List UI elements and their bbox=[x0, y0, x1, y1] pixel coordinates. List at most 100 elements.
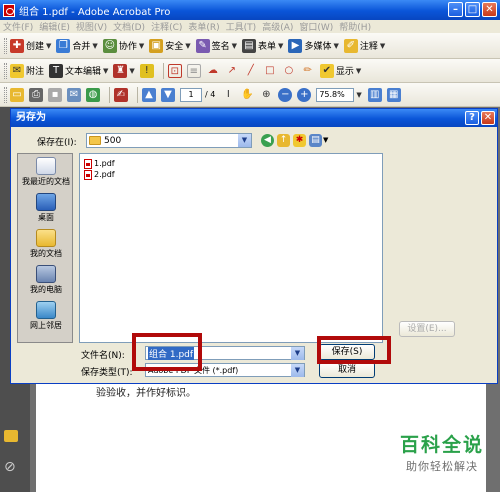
arrow-down-icon: ▼ bbox=[161, 87, 175, 102]
combine-button[interactable]: ❐ 合并 ▼ bbox=[56, 38, 98, 53]
place-my-documents[interactable]: 我的文档 bbox=[18, 226, 74, 262]
sign-button[interactable]: ✎ 签名 ▼ bbox=[195, 38, 237, 53]
print-button[interactable]: ⎙ bbox=[29, 87, 43, 102]
email-button[interactable]: ✉ bbox=[67, 87, 81, 102]
cancel-button[interactable]: 取消 bbox=[319, 362, 375, 378]
menu-edit[interactable]: 编辑(E) bbox=[39, 20, 70, 33]
fit-page-icon: ▥ bbox=[367, 87, 382, 102]
create-button[interactable]: ✚ 创建 ▼ bbox=[10, 38, 51, 53]
cloud-button[interactable]: ☁ bbox=[206, 64, 220, 78]
textbox-button[interactable]: ≡ bbox=[186, 63, 201, 78]
open-folder-icon: ▭ bbox=[10, 87, 24, 102]
place-desktop[interactable]: 桌面 bbox=[18, 190, 74, 226]
menu-comments[interactable]: 注释(C) bbox=[151, 20, 182, 33]
zoom-in-icon: + bbox=[297, 87, 312, 102]
combine-icon: ❐ bbox=[56, 38, 71, 53]
view-menu-icon[interactable]: ▤ bbox=[309, 134, 322, 147]
oval-button[interactable]: ○ bbox=[282, 64, 296, 78]
menu-view[interactable]: 视图(V) bbox=[76, 20, 107, 33]
secure-label: 安全 bbox=[165, 42, 184, 52]
attachments-icon[interactable]: ⊘ bbox=[4, 460, 18, 474]
window-title: 组合 1.pdf - Adobe Acrobat Pro bbox=[19, 6, 171, 18]
next-page-button[interactable]: ▼ bbox=[161, 87, 175, 102]
zoom-out-icon: − bbox=[278, 87, 293, 102]
comment-button[interactable]: ✐ 注释 ▼ bbox=[343, 38, 385, 53]
comment-toolbar: ✉ 附注 T 文本编辑 ▼ ♜ ▼ ! ⊡ ≡ ☁ ↗ ╱ □ ○ ✏ ✔ 显示 ▼ bbox=[0, 59, 500, 83]
stamp-button[interactable]: ♜ ▼ bbox=[113, 63, 135, 78]
menu-document[interactable]: 文档(D) bbox=[113, 20, 145, 33]
rectangle-button[interactable]: □ bbox=[263, 64, 277, 78]
callout-button[interactable]: ⊡ bbox=[167, 63, 182, 78]
highlight-button[interactable]: ! bbox=[139, 63, 154, 78]
web-button[interactable]: ◍ bbox=[86, 87, 100, 102]
zoom-out-button[interactable]: − bbox=[278, 87, 293, 102]
text-edit-button[interactable]: T 文本编辑 ▼ bbox=[49, 63, 108, 78]
look-in-label: 保存在(I): bbox=[37, 138, 77, 148]
multimedia-button[interactable]: ▶ 多媒体 ▼ bbox=[288, 38, 339, 53]
task-toolbar: ✚ 创建 ▼ ❐ 合并 ▼ ☺ 协作 ▼ ▣ 安全 ▼ ✎ 签名 ▼ ▤ 表单 ▼ ▶ 多媒体 ▼ ✐ 注释 ▼ bbox=[0, 33, 500, 59]
rectangle-icon: □ bbox=[265, 64, 275, 76]
chevron-down-icon: ▼ bbox=[238, 134, 251, 147]
menu-file[interactable]: 文件(F) bbox=[3, 20, 33, 33]
oval-icon: ○ bbox=[284, 64, 294, 76]
combine-label: 合并 bbox=[72, 42, 91, 52]
globe-icon: ◍ bbox=[86, 87, 100, 102]
place-recent[interactable]: 我最近的文档 bbox=[18, 154, 74, 190]
file-name: 1.pdf bbox=[94, 159, 115, 168]
fit-width-button[interactable]: ▦ bbox=[386, 87, 401, 102]
comment-icon: ✐ bbox=[343, 38, 358, 53]
look-in-select[interactable]: 500 ▼ bbox=[86, 133, 252, 148]
hand-tool-button[interactable]: ✋ bbox=[240, 88, 254, 102]
page-number-input[interactable]: 1 bbox=[180, 87, 202, 102]
sticky-note-button[interactable]: ✉ 附注 bbox=[10, 63, 44, 78]
up-folder-icon[interactable]: ↑ bbox=[277, 134, 290, 147]
forms-label: 表单 bbox=[258, 42, 277, 52]
arrow-button[interactable]: ↗ bbox=[225, 64, 239, 78]
collaborate-button[interactable]: ☺ 协作 ▼ bbox=[102, 38, 144, 53]
fit-page-button[interactable]: ▥ bbox=[367, 87, 382, 102]
menu-advanced[interactable]: 高级(A) bbox=[262, 20, 293, 33]
help-button[interactable]: ? bbox=[465, 111, 479, 125]
secure-button[interactable]: ▣ 安全 ▼ bbox=[149, 38, 191, 53]
toolbar-grip[interactable] bbox=[4, 62, 7, 79]
watermark-title: 百科全说 bbox=[399, 434, 484, 456]
watermark-subtitle: 助你轻松解决 bbox=[405, 460, 478, 473]
text-box-icon: ≡ bbox=[186, 63, 201, 78]
pencil-button[interactable]: ✏ bbox=[301, 64, 315, 78]
show-icon: ✔ bbox=[319, 63, 334, 78]
select-tool-button[interactable]: I bbox=[221, 88, 235, 102]
menu-forms[interactable]: 表单(R) bbox=[188, 20, 219, 33]
toolbar-grip[interactable] bbox=[4, 86, 7, 103]
collaborate-label: 协作 bbox=[118, 42, 137, 52]
place-my-computer[interactable]: 我的电脑 bbox=[18, 262, 74, 298]
show-button[interactable]: ✔ 显示 ▼ bbox=[319, 63, 361, 78]
view-menu-dropdown[interactable]: ▼ bbox=[323, 136, 328, 144]
menu-window[interactable]: 窗口(W) bbox=[299, 20, 333, 33]
forms-button[interactable]: ▤ 表单 ▼ bbox=[242, 38, 283, 53]
minimize-button[interactable]: – bbox=[448, 2, 463, 17]
save-toolbar-button[interactable]: ▪ bbox=[48, 87, 62, 102]
close-button[interactable]: ✕ bbox=[482, 2, 497, 17]
callout-icon: ⊡ bbox=[167, 63, 182, 78]
highlight-box-filename bbox=[132, 333, 202, 371]
text-edit-icon: T bbox=[49, 63, 64, 78]
email-icon: ✉ bbox=[67, 87, 81, 102]
file-item[interactable]: 1.pdf bbox=[80, 158, 382, 169]
zoom-in-button[interactable]: + bbox=[297, 87, 312, 102]
line-button[interactable]: ╱ bbox=[244, 64, 258, 78]
dialog-close-button[interactable]: ✕ bbox=[481, 111, 495, 125]
toolbar-grip[interactable] bbox=[4, 37, 7, 54]
open-button[interactable]: ▭ bbox=[10, 87, 24, 102]
new-folder-icon[interactable]: ✱ bbox=[293, 134, 306, 147]
place-network[interactable]: 网上邻居 bbox=[18, 298, 74, 334]
back-icon[interactable]: ◀ bbox=[261, 134, 274, 147]
zoom-tool-button[interactable]: ⊕ bbox=[259, 88, 273, 102]
prev-page-button[interactable]: ▲ bbox=[142, 87, 156, 102]
file-item[interactable]: 2.pdf bbox=[80, 169, 382, 180]
menu-help[interactable]: 帮助(H) bbox=[339, 20, 371, 33]
hand-sign-button[interactable]: ✍ bbox=[114, 87, 128, 102]
maximize-button[interactable]: □ bbox=[465, 2, 480, 17]
zoom-level-input[interactable]: 75.8% bbox=[316, 87, 355, 102]
menu-tools[interactable]: 工具(T) bbox=[226, 20, 257, 33]
comments-panel-icon[interactable] bbox=[4, 430, 18, 442]
